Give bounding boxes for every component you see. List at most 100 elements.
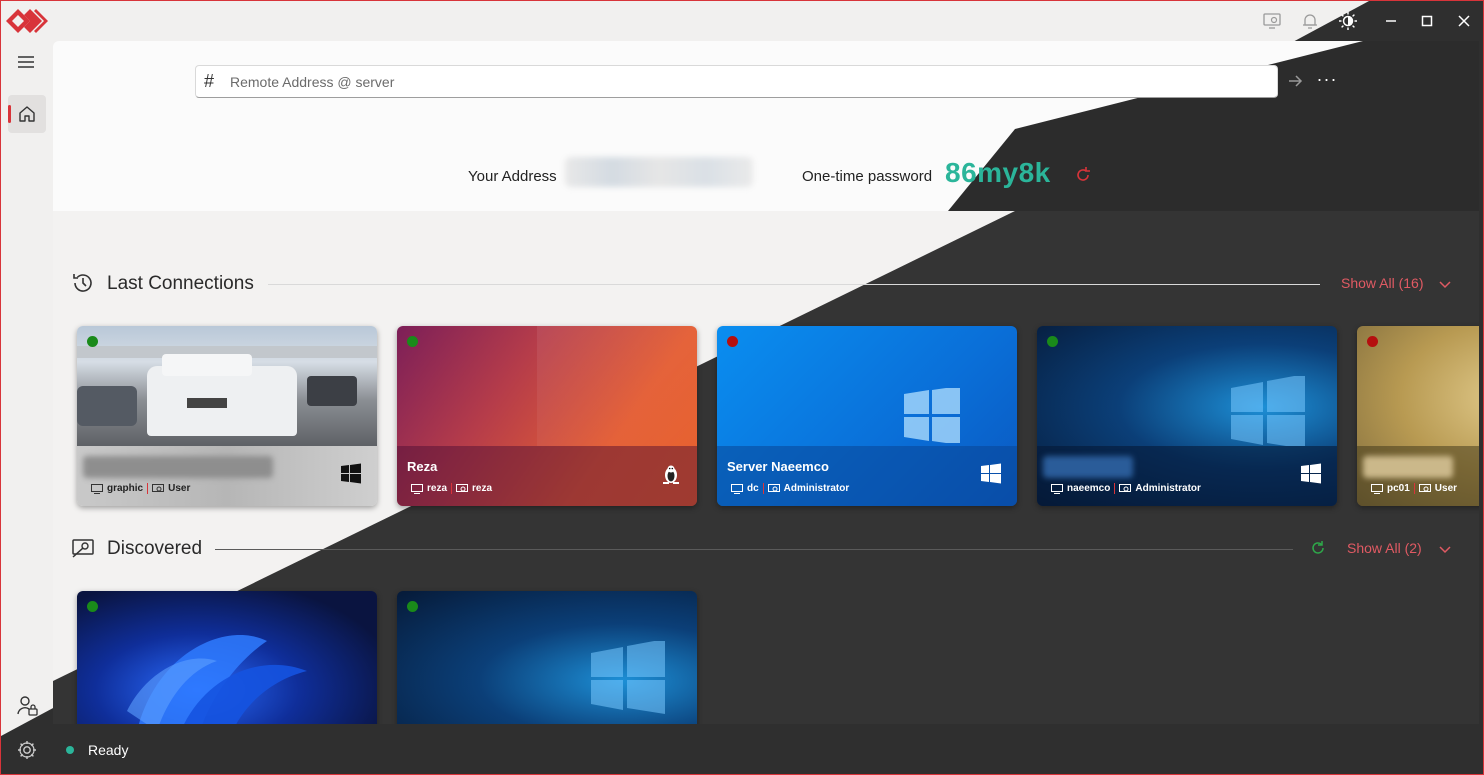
card-device: reza [427,483,448,495]
theme-toggle-icon[interactable] [1338,11,1358,31]
status-dot-online [87,336,98,347]
discovered-title: Discovered [107,538,203,559]
title-bar [1,1,1483,41]
connection-card[interactable]: graphic User [77,326,377,506]
close-icon[interactable] [1452,9,1476,33]
card-name: Server Naeemco [727,459,829,474]
user-screen-icon [152,483,165,492]
status-dot-online [407,601,418,612]
status-text: Ready [88,742,129,758]
status-dot-online [87,601,98,612]
card-name-blurred [83,456,273,478]
card-thumbnail [77,326,377,446]
card-device: naeemco [1067,483,1111,495]
card-footer: Reza reza reza [397,446,697,506]
card-thumbnail [1037,326,1337,446]
main-content: # ··· Your Address One-time password 86m… [53,41,1479,724]
bell-icon[interactable] [1300,11,1320,31]
otp-value: 86my8k [945,157,1051,188]
status-dot-offline [1367,336,1378,347]
windows-logo-art-icon [1231,376,1305,446]
discovered-show-all-link[interactable]: Show All (2) [1347,540,1422,556]
card-name: Reza [407,459,438,474]
monitor-icon [91,483,103,494]
card-thumbnail [717,326,1017,446]
divider [268,284,1320,285]
screen-chat-icon[interactable] [1262,11,1282,31]
card-user: Administrator [783,483,850,495]
last-connections-title: Last Connections [107,273,254,294]
user-screen-icon [1119,483,1132,492]
status-indicator [66,746,74,754]
connect-panel: # ··· Your Address One-time password 86m… [53,41,1479,211]
windows-logo-art-icon [904,388,960,443]
user-lock-icon[interactable] [15,694,39,718]
chevron-down-icon[interactable] [1438,542,1452,556]
connection-card[interactable]: naeemco Administrator [1037,326,1337,506]
connection-card[interactable]: Server Naeemco dc Administrator [717,326,1017,506]
refresh-password-icon[interactable] [1073,165,1093,185]
menu-icon[interactable] [15,51,37,73]
card-user: Administrator [1135,483,1201,495]
card-meta: pc01 User [1371,483,1457,494]
more-options-icon[interactable]: ··· [1315,69,1339,93]
monitor-icon [1051,483,1063,494]
card-device: pc01 [1387,483,1410,495]
card-meta: reza reza [411,483,492,494]
connection-card[interactable]: pc01 User [1357,326,1479,506]
card-footer: naeemco Administrator [1037,446,1337,506]
discover-screen-icon [72,539,94,558]
sidebar [1,41,53,774]
card-device: graphic [107,483,144,495]
windows-icon [341,463,361,484]
remote-address-input[interactable] [228,66,1272,98]
status-dot-online [1047,336,1058,347]
remote-address-field[interactable]: # [195,65,1278,98]
sidebar-item-home[interactable] [8,95,46,133]
status-bar: Ready [53,724,1483,774]
linux-icon [663,465,679,484]
card-meta: graphic User [91,483,190,494]
card-thumbnail [397,326,697,446]
app-logo-icon [6,9,48,33]
hash-icon: # [204,71,215,91]
windows-icon [1301,463,1321,484]
status-dot-offline [727,336,738,347]
card-footer: graphic User [77,446,377,506]
card-name-blurred [1363,456,1453,478]
connection-card[interactable]: Reza reza reza [397,326,697,506]
windows-icon [981,463,1001,484]
card-name-blurred [1043,456,1133,478]
user-screen-icon [456,483,469,492]
windows-logo-art-icon [591,641,665,714]
your-address-value-blurred [565,157,753,187]
card-user: reza [472,483,493,495]
user-screen-icon [1418,483,1431,492]
monitor-icon [411,483,423,494]
chevron-down-icon[interactable] [1438,277,1452,291]
history-icon [73,274,92,292]
card-meta: naeemco Administrator [1051,483,1201,494]
app-window: # ··· Your Address One-time password 86m… [0,0,1484,775]
last-connections-show-all-link[interactable]: Show All (16) [1341,275,1423,291]
divider [215,549,1293,550]
discovered-card[interactable] [397,591,697,724]
monitor-icon [731,483,743,494]
card-user: User [168,483,191,495]
card-footer: Server Naeemco dc Administrator [717,446,1017,506]
home-icon [19,106,35,122]
minimize-icon[interactable] [1379,9,1403,33]
card-device: dc [747,483,759,495]
gear-icon[interactable] [15,738,39,762]
refresh-discovered-icon[interactable] [1309,539,1327,557]
windows11-bloom-art-icon [127,635,307,724]
monitor-icon [1371,483,1383,494]
maximize-icon[interactable] [1415,9,1439,33]
card-user: User [1434,483,1458,495]
otp-label: One-time password [802,168,933,185]
discovered-card[interactable] [77,591,377,724]
arrow-right-icon[interactable] [1285,71,1305,91]
card-meta: dc Administrator [731,483,849,494]
your-address-label: Your Address [468,168,557,185]
user-screen-icon [767,483,780,492]
